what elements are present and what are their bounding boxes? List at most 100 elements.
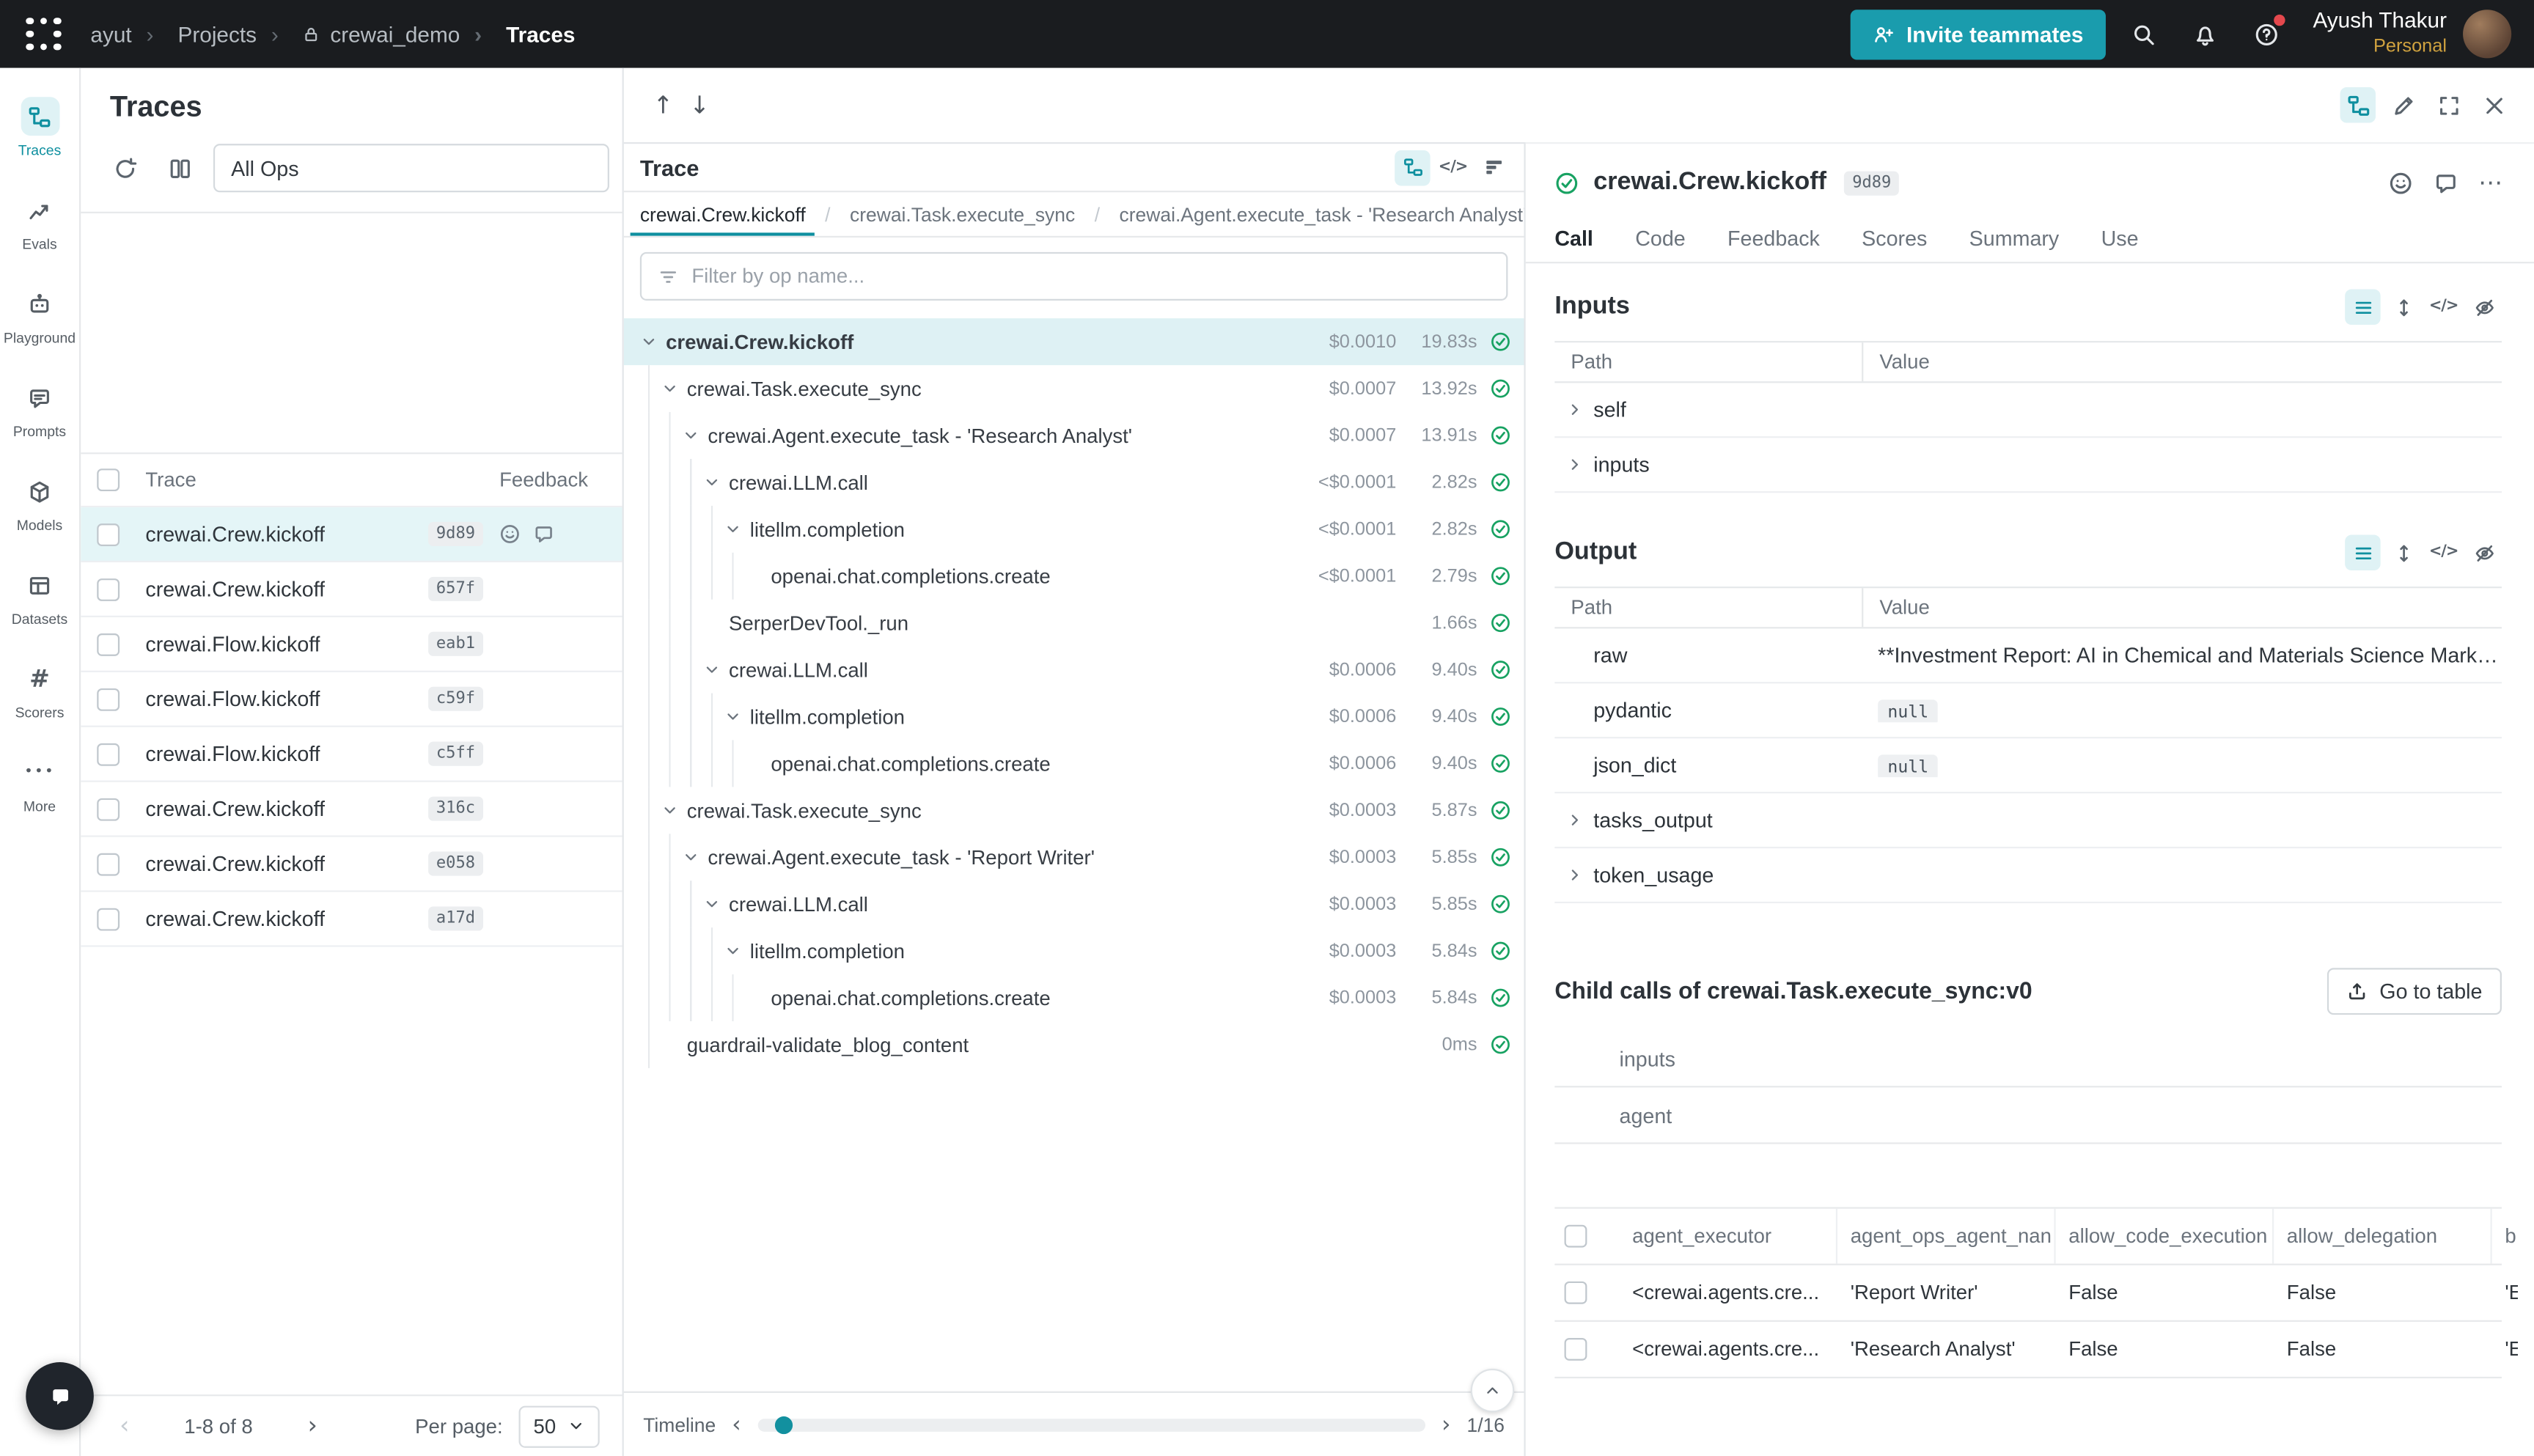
expand-row-toggle[interactable] [1558,456,1590,474]
call-tab[interactable]: Call [1554,215,1593,262]
child-row-checkbox[interactable] [1565,1338,1587,1361]
row-checkbox[interactable] [97,908,120,930]
fullscreen-button[interactable] [2431,87,2466,122]
trace-tree-node[interactable]: openai.chat.completions.create $0.0006 9… [624,740,1524,787]
row-checkbox[interactable] [97,633,120,655]
trace-row[interactable]: crewai.Crew.kickoff a17d [81,892,622,947]
call-tab[interactable]: Summary [1969,215,2060,262]
column-header[interactable]: allow_delegation [2274,1209,2492,1264]
feedback-comment-icon[interactable] [533,523,554,545]
per-page-select[interactable]: 50 [519,1405,600,1446]
output-row[interactable]: json_dict null [1554,738,2502,793]
inputs-hide-button[interactable] [2466,290,2501,325]
node-expand-toggle[interactable] [682,848,708,866]
row-checkbox[interactable] [97,853,120,875]
trace-name-link[interactable]: crewai.Crew.kickoff [145,797,325,821]
trace-name-link[interactable]: crewai.Crew.kickoff [145,522,325,546]
rail-item-traces[interactable]: Traces [1,81,78,174]
rail-item-models[interactable]: Models [1,456,78,550]
rail-item-evals[interactable]: Evals [1,174,78,268]
trace-tree-node[interactable]: openai.chat.completions.create $0.0003 5… [624,974,1524,1021]
search-button[interactable] [2119,10,2167,58]
rail-item-datasets[interactable]: Datasets [1,549,78,643]
trace-row[interactable]: crewai.Crew.kickoff 316c [81,782,622,837]
column-header[interactable]: allow_code_execution [2056,1209,2274,1264]
inputs-row[interactable]: self [1554,383,2502,438]
node-expand-toggle[interactable] [661,801,686,819]
breadcrumb-entity[interactable]: ayut [90,22,131,46]
inputs-expand-button[interactable] [2385,290,2420,325]
call-tab[interactable]: Code [1635,215,1685,262]
trace-tree-node[interactable]: crewai.LLM.call <$0.0001 2.82s [624,459,1524,506]
tree-panel-toggle-button[interactable] [2340,87,2376,122]
trace-row[interactable]: crewai.Crew.kickoff e058 [81,837,622,892]
output-row[interactable]: token_usage [1554,848,2502,903]
inputs-row[interactable]: inputs [1554,438,2502,493]
breadcrumb-projects[interactable]: Projects [132,22,257,46]
output-expand-button[interactable] [2385,535,2420,570]
node-expand-toggle[interactable] [703,895,729,913]
trace-tree-node[interactable]: crewai.LLM.call $0.0003 5.85s [624,880,1524,927]
expand-row-toggle[interactable] [1558,811,1590,828]
output-row[interactable]: tasks_output [1554,793,2502,848]
column-header[interactable]: b [2492,1209,2518,1264]
trace-tree-node[interactable]: litellm.completion $0.0003 5.84s [624,927,1524,974]
timeline-slider[interactable] [757,1418,1425,1431]
overflow-menu-button[interactable]: ⋯ [2472,165,2508,200]
trace-row[interactable]: crewai.Flow.kickoff c5ff [81,727,622,782]
code-view-button[interactable]: </> [1435,150,1470,185]
row-checkbox[interactable] [97,688,120,710]
trace-tree-node[interactable]: crewai.Agent.execute_task - 'Report Writ… [624,834,1524,880]
expand-row-toggle[interactable] [1558,401,1590,419]
inputs-code-view-button[interactable]: </> [2425,290,2461,325]
timeline-slider-knob[interactable] [775,1416,793,1433]
row-checkbox[interactable] [97,743,120,765]
node-expand-toggle[interactable] [640,333,666,350]
refresh-button[interactable] [103,147,145,189]
trace-tree-node[interactable]: guardrail-validate_blog_content 0ms [624,1021,1524,1068]
tree-breadcrumb-item[interactable]: crewai.Crew.kickoff [631,192,815,236]
trace-tree-node[interactable]: crewai.Crew.kickoff $0.0010 19.83s [624,318,1524,365]
node-expand-toggle[interactable] [682,427,708,444]
avatar[interactable] [2463,10,2511,58]
output-code-view-button[interactable]: </> [2425,535,2461,570]
call-tab[interactable]: Scores [1862,215,1927,262]
call-tab[interactable]: Use [2101,215,2139,262]
trace-name-link[interactable]: crewai.Crew.kickoff [145,852,325,876]
rail-item-more[interactable]: ••• More [1,737,78,831]
output-list-view-button[interactable] [2345,535,2380,570]
ops-filter-select[interactable]: All Ops [213,144,609,192]
trace-name-link[interactable]: crewai.Crew.kickoff [145,907,325,931]
expand-row-toggle[interactable] [1558,866,1590,883]
trace-tree-node[interactable]: crewai.Task.execute_sync $0.0003 5.87s [624,787,1524,834]
trace-tree-node[interactable]: SerperDevTool._run 1.66s [624,600,1524,647]
rail-item-prompts[interactable]: Prompts [1,362,78,456]
child-call-row[interactable]: <crewai.agents.cre... 'Report Writer' Fa… [1554,1265,2502,1322]
notifications-button[interactable] [2181,10,2229,58]
trace-name-link[interactable]: crewai.Flow.kickoff [145,687,320,711]
trace-row[interactable]: crewai.Flow.kickoff eab1 [81,617,622,672]
tree-view-button[interactable] [1395,150,1430,185]
edit-button[interactable] [2385,87,2420,122]
node-expand-toggle[interactable] [661,380,686,397]
go-to-table-button[interactable]: Go to table [2328,968,2502,1015]
output-row[interactable]: raw **Investment Report: AI in Chemical … [1554,628,2502,683]
wandb-logo[interactable] [23,15,65,54]
prev-page-button[interactable]: ‹ [103,1405,145,1446]
rail-item-playground[interactable]: Playground [1,268,78,362]
tree-breadcrumb-item[interactable]: crewai.Agent.execute_task - 'Research An… [1084,192,1524,236]
trace-tree-node[interactable]: litellm.completion $0.0006 9.40s [624,694,1524,740]
rail-item-scorers[interactable]: # Scorers [1,643,78,737]
trace-name-link[interactable]: crewai.Crew.kickoff [145,577,325,601]
trace-name-link[interactable]: crewai.Flow.kickoff [145,742,320,766]
feedback-smiley-icon[interactable] [499,523,521,545]
node-expand-toggle[interactable] [724,942,749,960]
row-checkbox[interactable] [97,798,120,820]
node-expand-toggle[interactable] [724,707,749,725]
help-button[interactable] [2241,10,2290,58]
timeline-prev-button[interactable]: ‹ [732,1413,741,1435]
child-row-checkbox[interactable] [1565,1282,1587,1304]
trace-tree-node[interactable]: crewai.LLM.call $0.0006 9.40s [624,647,1524,694]
node-expand-toggle[interactable] [703,474,729,491]
trace-row[interactable]: crewai.Crew.kickoff 657f [81,562,622,617]
